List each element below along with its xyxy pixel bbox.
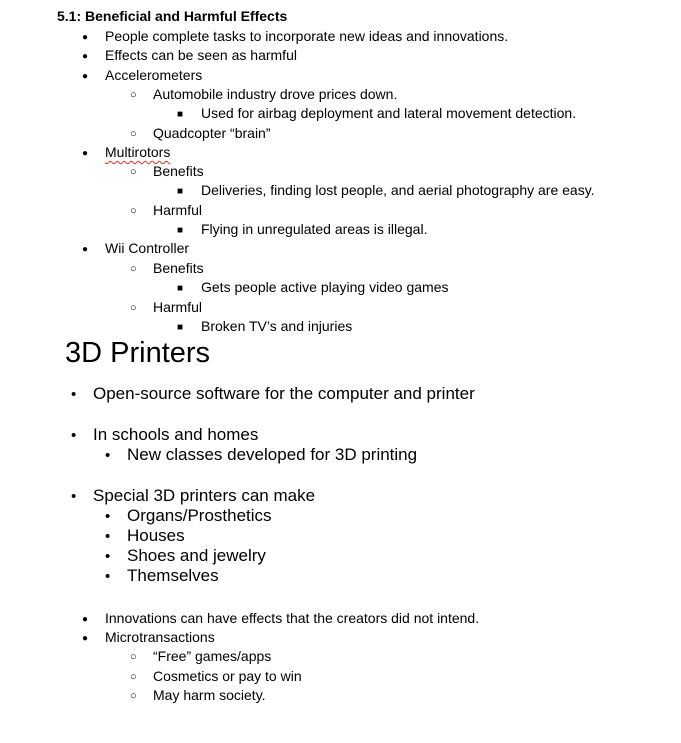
bullet-dot-icon bbox=[82, 610, 88, 629]
slide-list-item: Special 3D printers can make bbox=[93, 486, 316, 505]
list-item: Broken TV’s and injuries bbox=[201, 318, 353, 334]
slide-list-item: Open-source software for the computer an… bbox=[93, 384, 475, 403]
list-item: People complete tasks to incorporate new… bbox=[105, 28, 509, 44]
list-item: Effects can be seen as harmful bbox=[105, 47, 297, 63]
list-item: Wii Controller bbox=[105, 240, 190, 256]
list-item: Benefits bbox=[153, 260, 204, 276]
bullet-square-icon bbox=[177, 279, 183, 298]
bullet-dot-icon bbox=[82, 28, 88, 47]
list-item: May harm society. bbox=[153, 687, 266, 703]
list-item: Harmful bbox=[153, 299, 203, 315]
list-item: Deliveries, finding lost people, and aer… bbox=[201, 182, 595, 198]
list-item: Flying in unregulated areas is illegal. bbox=[201, 221, 428, 237]
list-item: Microtransactions bbox=[105, 629, 215, 645]
list-item: “Free” games/apps bbox=[153, 648, 272, 664]
list-item: Cosmetics or pay to win bbox=[153, 668, 302, 684]
list-item: Quadcopter “brain” bbox=[153, 125, 271, 141]
bullet-circle-icon bbox=[130, 687, 137, 706]
bullet-circle-icon bbox=[130, 299, 137, 318]
bullet-square-icon bbox=[177, 221, 183, 240]
list-item: Harmful bbox=[153, 202, 203, 218]
bullet-dot-icon bbox=[105, 526, 110, 547]
bullet-circle-icon bbox=[130, 163, 137, 182]
list-item: Accelerometers bbox=[105, 67, 203, 83]
list-item-misspelled[interactable]: Multirotors bbox=[105, 144, 170, 161]
bullet-dot-icon bbox=[71, 486, 76, 507]
bullet-circle-icon bbox=[130, 202, 137, 221]
list-item: Innovations can have effects that the cr… bbox=[105, 610, 480, 626]
bullet-square-icon bbox=[177, 182, 183, 201]
slide-list-item: New classes developed for 3D printing bbox=[127, 445, 418, 464]
slide-list-item: Houses bbox=[127, 526, 185, 545]
slide-title: 3D Printers bbox=[65, 337, 211, 369]
slide-list-item: In schools and homes bbox=[93, 425, 259, 444]
slide-list-item: Themselves bbox=[127, 566, 219, 585]
bullet-circle-icon bbox=[130, 125, 137, 144]
bullet-circle-icon bbox=[130, 260, 137, 279]
list-item: Gets people active playing video games bbox=[201, 279, 449, 295]
bullet-dot-icon bbox=[71, 384, 76, 405]
slide-list-item: Organs/Prosthetics bbox=[127, 506, 272, 525]
list-item: Used for airbag deployment and lateral m… bbox=[201, 105, 577, 121]
bullet-dot-icon bbox=[105, 445, 110, 466]
bullet-square-icon bbox=[177, 105, 183, 124]
bullet-dot-icon bbox=[71, 425, 76, 446]
bullet-dot-icon bbox=[82, 629, 88, 648]
bullet-dot-icon bbox=[82, 144, 88, 163]
bullet-circle-icon bbox=[130, 668, 137, 687]
bullet-dot-icon bbox=[82, 240, 88, 259]
bullet-dot-icon bbox=[105, 566, 110, 587]
bullet-circle-icon bbox=[130, 648, 137, 667]
list-item: Benefits bbox=[153, 163, 204, 179]
slide-list-item: Shoes and jewelry bbox=[127, 546, 266, 565]
bullet-dot-icon bbox=[105, 506, 110, 527]
list-item: Automobile industry drove prices down. bbox=[153, 86, 398, 102]
bullet-dot-icon bbox=[105, 546, 110, 567]
bullet-circle-icon bbox=[130, 86, 137, 105]
bullet-dot-icon bbox=[82, 47, 88, 66]
section-heading: 5.1: Beneficial and Harmful Effects bbox=[57, 8, 288, 24]
bullet-dot-icon bbox=[82, 67, 88, 86]
